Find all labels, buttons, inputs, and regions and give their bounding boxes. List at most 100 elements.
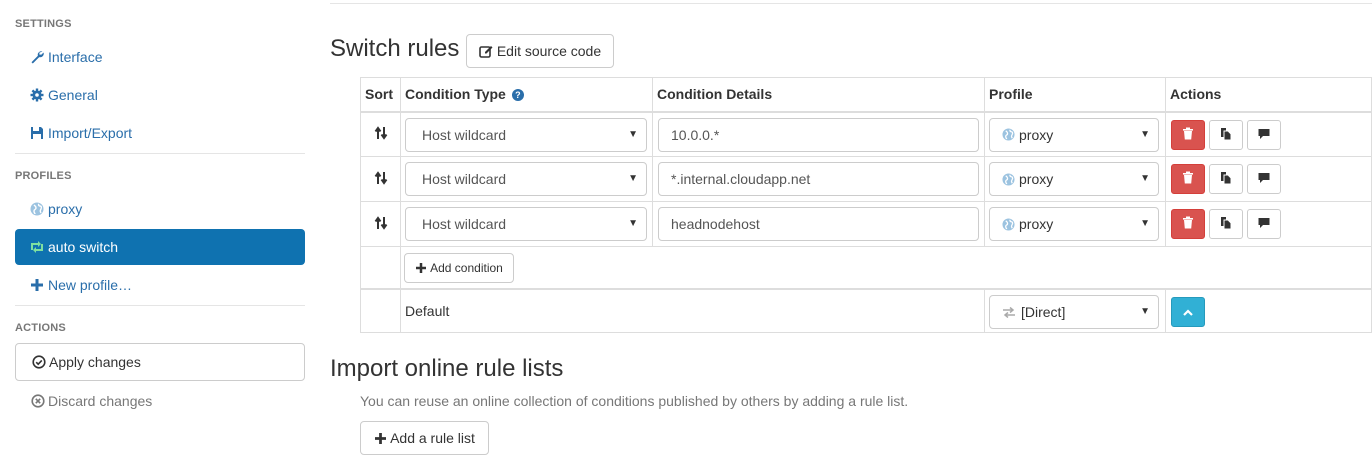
delete-rule-button[interactable] — [1171, 164, 1205, 194]
actions-cell — [1165, 201, 1372, 247]
header-profile: Profile — [984, 77, 1166, 113]
sidebar-item-general[interactable]: General — [15, 77, 305, 113]
table-row: Host wildcard ▼ 10.0.0.* proxy ▼ — [360, 111, 1372, 157]
comment-rule-button[interactable] — [1247, 164, 1281, 194]
edit-source-code-label: Edit source code — [496, 43, 602, 59]
comment-icon — [1258, 171, 1270, 187]
sidebar-item-interface[interactable]: Interface — [15, 39, 305, 75]
condition-type-select[interactable]: Host wildcard ▼ — [405, 162, 647, 196]
floppy-icon — [29, 125, 45, 141]
clone-rule-button[interactable] — [1209, 119, 1243, 150]
sidebar-item-import-export[interactable]: Import/Export — [15, 115, 305, 151]
profile-select[interactable]: proxy ▼ — [989, 117, 1159, 152]
sidebar-item-new-profile[interactable]: New profile… — [15, 267, 305, 303]
condition-type-select[interactable]: Host wildcard ▼ — [405, 207, 647, 241]
condition-type-value: Host wildcard — [422, 216, 507, 232]
default-profile-value: [Direct] — [1021, 303, 1066, 320]
plus-icon — [374, 432, 386, 444]
condition-type-value: Host wildcard — [422, 126, 507, 143]
comment-icon — [1258, 127, 1270, 143]
edit-source-code-button[interactable]: Edit source code — [466, 34, 614, 68]
sidebar-item-label: Import/Export — [48, 125, 133, 141]
profile-select[interactable]: proxy ▼ — [989, 162, 1159, 196]
switch-rules-table: Sort Condition Type? Condition Details P… — [360, 77, 1372, 333]
trash-icon — [1182, 216, 1194, 232]
help-icon[interactable]: ? — [511, 89, 524, 102]
sort-handle[interactable] — [360, 111, 401, 157]
settings-section-title: SETTINGS — [15, 18, 72, 30]
default-actions-cell — [1165, 288, 1372, 333]
top-divider — [330, 3, 1372, 4]
sidebar-item-label: Interface — [48, 49, 103, 65]
add-rule-list-button[interactable]: Add a rule list — [360, 421, 489, 455]
globe-icon — [1002, 172, 1015, 186]
plus-icon — [415, 263, 426, 274]
comment-rule-button[interactable] — [1247, 209, 1281, 239]
caret-down-icon: ▼ — [1140, 305, 1150, 317]
wrench-icon — [29, 49, 45, 65]
header-condition-type: Condition Type? — [400, 77, 653, 113]
actions-cell — [1165, 111, 1372, 157]
profiles-section-title: PROFILES — [15, 170, 72, 182]
sort-handle[interactable] — [360, 156, 401, 202]
sidebar-item-proxy[interactable]: proxy — [15, 191, 305, 227]
actions-section-title: ACTIONS — [15, 322, 66, 334]
default-profile-cell: [Direct] ▼ — [984, 288, 1166, 333]
sort-icon — [374, 170, 388, 188]
apply-changes-label: Apply changes — [49, 354, 141, 370]
close-circle-icon — [30, 393, 46, 409]
delete-rule-button[interactable] — [1171, 209, 1205, 239]
condition-type-cell: Host wildcard ▼ — [400, 201, 653, 247]
sidebar-item-label: auto switch — [48, 239, 119, 255]
empty-cell — [360, 246, 401, 290]
edit-icon — [479, 44, 493, 58]
globe-icon — [1002, 128, 1015, 141]
apply-changes-button[interactable]: Apply changes — [15, 343, 305, 381]
profile-cell: proxy ▼ — [984, 111, 1166, 157]
clone-rule-button[interactable] — [1209, 209, 1243, 239]
profile-value: proxy — [1019, 126, 1054, 143]
switch-rules-title: Switch rules — [330, 35, 460, 62]
caret-down-icon: ▼ — [1140, 128, 1150, 140]
copy-icon — [1220, 171, 1232, 187]
sidebar-item-label: New profile… — [48, 277, 133, 293]
direct-icon — [1002, 306, 1016, 318]
discard-changes-button[interactable]: Discard changes — [15, 383, 305, 419]
add-condition-button[interactable]: Add condition — [404, 253, 514, 283]
plus-icon — [29, 277, 45, 293]
clone-rule-button[interactable] — [1209, 164, 1243, 194]
condition-details-value: 10.0.0.* — [671, 126, 720, 143]
default-row: Default [Direct] ▼ — [360, 288, 1372, 333]
header-condition-type-label: Condition Type — [405, 86, 506, 103]
caret-down-icon: ▼ — [1140, 173, 1150, 184]
caret-down-icon: ▼ — [628, 173, 638, 184]
sort-handle[interactable] — [360, 201, 401, 247]
default-label-cell: Default — [400, 288, 985, 333]
condition-details-input[interactable]: headnodehost — [658, 207, 979, 241]
actions-cell — [1165, 156, 1372, 202]
caret-down-icon: ▼ — [628, 218, 638, 229]
condition-details-input[interactable]: 10.0.0.* — [658, 117, 979, 152]
condition-type-select[interactable]: Host wildcard ▼ — [405, 117, 647, 152]
sidebar-item-label: proxy — [48, 201, 83, 217]
move-up-button[interactable] — [1171, 296, 1205, 327]
header-sort: Sort — [360, 77, 401, 113]
sidebar-item-auto-switch[interactable]: auto switch — [15, 229, 305, 265]
chevron-up-icon — [1183, 304, 1193, 320]
condition-details-input[interactable]: *.internal.cloudapp.net — [658, 162, 979, 196]
sort-icon — [374, 215, 388, 233]
delete-rule-button[interactable] — [1171, 119, 1205, 150]
profile-value: proxy — [1019, 216, 1054, 232]
profile-select[interactable]: proxy ▼ — [989, 207, 1159, 241]
profile-cell: proxy ▼ — [984, 201, 1166, 247]
sort-icon — [374, 126, 388, 143]
default-profile-select[interactable]: [Direct] ▼ — [989, 294, 1159, 329]
add-rule-list-label: Add a rule list — [390, 430, 475, 446]
profile-cell: proxy ▼ — [984, 156, 1166, 202]
table-row: Host wildcard ▼ *.internal.cloudapp.net … — [360, 156, 1372, 202]
caret-down-icon: ▼ — [628, 128, 638, 140]
trash-icon — [1182, 127, 1194, 143]
default-label: Default — [405, 302, 450, 319]
sidebar: SETTINGS Interface General Import/Export… — [0, 0, 320, 467]
comment-rule-button[interactable] — [1247, 119, 1281, 150]
